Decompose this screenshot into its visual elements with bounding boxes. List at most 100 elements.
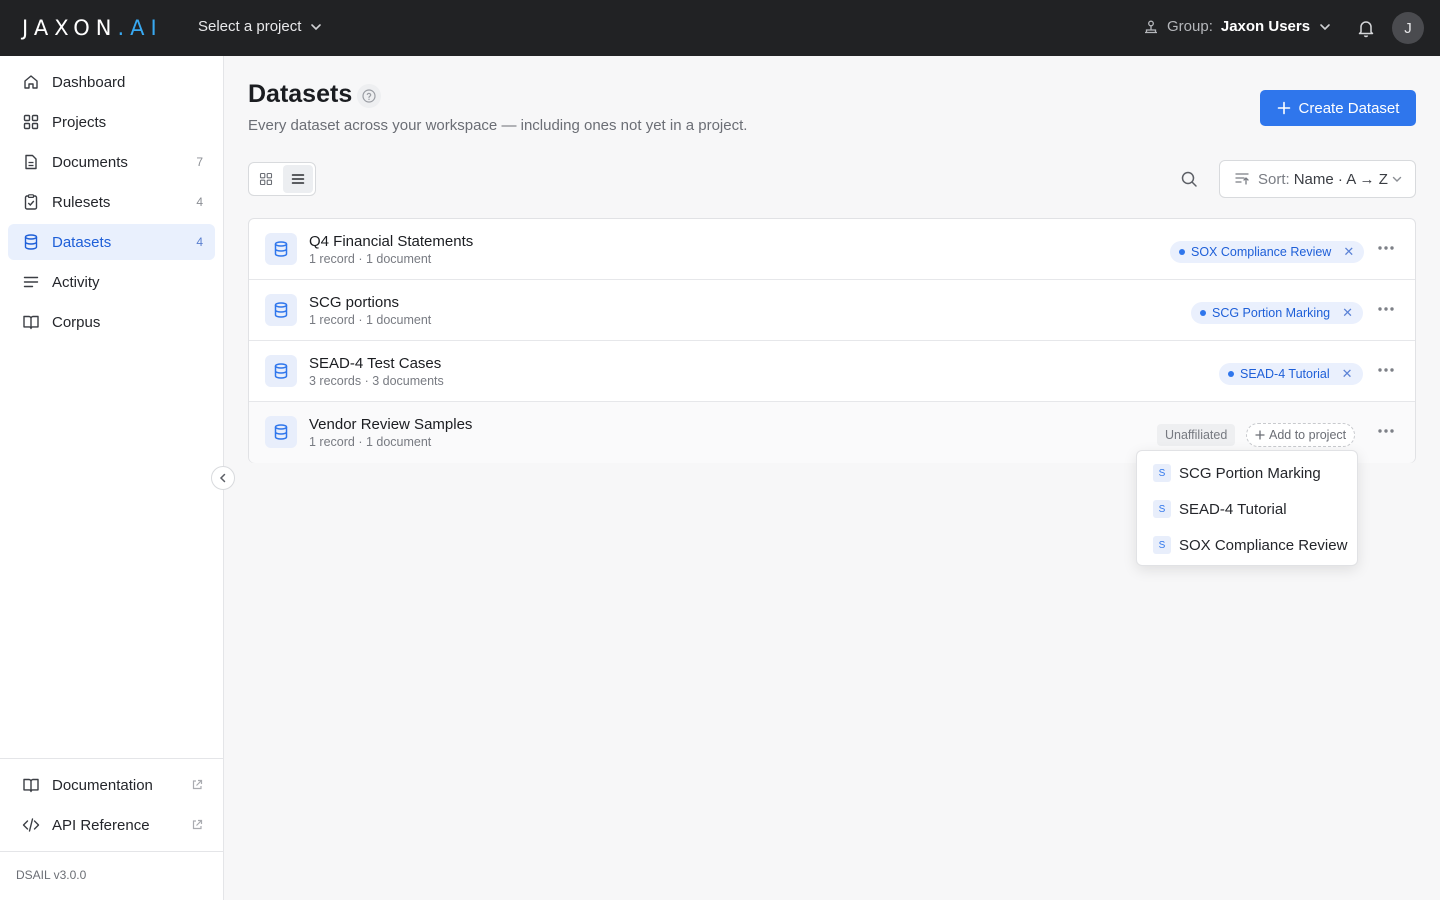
dataset-meta: 1 record · 1 document xyxy=(309,313,432,327)
sidebar: Dashboard Projects Documents 7 Rulesets … xyxy=(0,56,224,900)
sidebar-item-label: Datasets xyxy=(52,233,112,251)
database-icon xyxy=(265,233,297,265)
dataset-row[interactable]: SEAD-4 Test Cases 3 records · 3 document… xyxy=(249,341,1415,402)
sort-label: Sort: xyxy=(1258,170,1290,188)
group-value: Jaxon Users xyxy=(1220,18,1311,35)
list-view-button[interactable] xyxy=(283,165,313,193)
more-options-icon[interactable] xyxy=(1375,420,1397,442)
database-icon xyxy=(22,233,40,251)
dataset-row[interactable]: Q4 Financial Statements 1 record · 1 doc… xyxy=(249,219,1415,280)
remove-project-icon[interactable]: ✕ xyxy=(1343,244,1354,260)
chevron-down-icon xyxy=(1392,176,1402,182)
help-icon[interactable] xyxy=(357,84,381,108)
sidebar-item-datasets[interactable]: Datasets 4 xyxy=(8,224,215,260)
remove-project-icon[interactable]: ✕ xyxy=(1342,366,1353,382)
grid-icon xyxy=(259,172,273,186)
dataset-row[interactable]: SCG portions 1 record · 1 document SCG P… xyxy=(249,280,1415,341)
chevron-down-icon xyxy=(1320,23,1330,30)
more-options-icon[interactable] xyxy=(1375,359,1397,381)
sidebar-link-label: API Reference xyxy=(52,816,150,834)
project-tag: SOX Compliance Review ✕ xyxy=(1170,241,1365,263)
project-selector-label: Select a project xyxy=(198,18,302,35)
code-icon xyxy=(22,816,40,834)
sidebar-item-documents[interactable]: Documents 7 xyxy=(8,144,215,180)
lines-icon xyxy=(22,273,40,291)
sidebar-item-dashboard[interactable]: Dashboard xyxy=(8,64,215,100)
add-to-project-menu: S SCG Portion Marking S SEAD-4 Tutorial … xyxy=(1136,450,1358,566)
plus-icon xyxy=(1277,101,1290,115)
database-icon xyxy=(265,294,297,326)
sort-dropdown[interactable]: Sort: Name · A → Z xyxy=(1219,160,1416,198)
group-selector[interactable]: Group: Jaxon Users xyxy=(1143,18,1332,35)
sidebar-item-label: Documents xyxy=(52,153,128,171)
document-icon xyxy=(22,153,40,171)
sidebar-item-count: 7 xyxy=(196,155,203,169)
dataset-name[interactable]: Vendor Review Samples xyxy=(309,416,472,433)
project-badge: S xyxy=(1153,536,1171,554)
notifications-bell-icon[interactable] xyxy=(1355,17,1377,42)
group-label: Group: xyxy=(1167,18,1213,35)
sidebar-item-label: Dashboard xyxy=(52,73,126,91)
app-version: DSAIL v3.0.0 xyxy=(16,868,87,882)
chevron-down-icon xyxy=(311,23,322,30)
sidebar-item-label: Projects xyxy=(52,113,107,131)
status-dot xyxy=(1228,371,1234,377)
menu-item-label: SOX Compliance Review xyxy=(1179,536,1348,554)
database-icon xyxy=(265,416,297,448)
menu-item-scg-portion-marking[interactable]: S SCG Portion Marking xyxy=(1137,455,1357,491)
dataset-meta: 3 records · 3 documents xyxy=(309,374,444,388)
remove-project-icon[interactable]: ✕ xyxy=(1342,305,1353,321)
top-bar: JAXON.AI Select a project Group: Jaxon U… xyxy=(0,0,1440,56)
sidebar-item-activity[interactable]: Activity xyxy=(8,264,215,300)
search-icon[interactable] xyxy=(1178,168,1200,190)
sidebar-item-count: 4 xyxy=(196,235,203,249)
status-dot xyxy=(1179,249,1185,255)
menu-item-label: SCG Portion Marking xyxy=(1179,464,1321,482)
sort-value: Name · A → Z xyxy=(1293,170,1388,188)
more-options-icon[interactable] xyxy=(1375,237,1397,259)
project-badge: S xyxy=(1153,464,1171,482)
sidebar-item-label: Corpus xyxy=(52,313,101,331)
project-badge: S xyxy=(1153,500,1171,518)
sidebar-item-label: Activity xyxy=(52,273,100,291)
dataset-name[interactable]: SEAD-4 Test Cases xyxy=(309,355,441,372)
sidebar-item-label: Rulesets xyxy=(52,193,111,211)
clipboard-check-icon xyxy=(22,193,40,211)
jaxon-logo[interactable]: JAXON.AI xyxy=(22,16,163,40)
dataset-name[interactable]: Q4 Financial Statements xyxy=(309,233,473,250)
menu-item-sox-compliance-review[interactable]: S SOX Compliance Review xyxy=(1137,527,1357,563)
database-icon xyxy=(265,355,297,387)
create-dataset-label: Create Dataset xyxy=(1298,99,1400,117)
sidebar-link-documentation[interactable]: Documentation xyxy=(8,767,215,803)
user-avatar[interactable]: J xyxy=(1392,12,1424,44)
unaffiliated-badge: Unaffiliated xyxy=(1157,424,1236,446)
menu-item-sead-4-tutorial[interactable]: S SEAD-4 Tutorial xyxy=(1137,491,1357,527)
collapse-sidebar-button[interactable] xyxy=(211,466,235,490)
sidebar-item-corpus[interactable]: Corpus xyxy=(8,304,215,340)
project-tag-label: SEAD-4 Tutorial xyxy=(1240,367,1330,381)
sidebar-link-api-reference[interactable]: API Reference xyxy=(8,807,215,843)
project-selector[interactable]: Select a project xyxy=(198,18,323,35)
group-icon xyxy=(1145,20,1157,33)
sidebar-divider xyxy=(0,758,223,759)
add-to-project-label: Add to project xyxy=(1269,428,1347,442)
list-icon xyxy=(291,174,305,184)
sidebar-item-count: 4 xyxy=(196,195,203,209)
sidebar-item-rulesets[interactable]: Rulesets 4 xyxy=(8,184,215,220)
sort-icon xyxy=(1235,173,1249,185)
book-icon xyxy=(22,776,40,794)
sidebar-divider xyxy=(0,851,223,852)
sidebar-item-projects[interactable]: Projects xyxy=(8,104,215,140)
dataset-name[interactable]: SCG portions xyxy=(309,294,399,311)
more-options-icon[interactable] xyxy=(1375,298,1397,320)
add-to-project-button[interactable]: Add to project xyxy=(1246,423,1356,447)
create-dataset-button[interactable]: Create Dataset xyxy=(1260,90,1416,126)
grid-view-button[interactable] xyxy=(251,165,281,193)
book-icon xyxy=(22,313,40,331)
plus-icon xyxy=(1255,430,1265,440)
dataset-meta: 1 record · 1 document xyxy=(309,435,432,449)
dataset-list: Q4 Financial Statements 1 record · 1 doc… xyxy=(248,218,1416,463)
project-tag-label: SCG Portion Marking xyxy=(1212,306,1331,320)
page-title: Datasets xyxy=(248,80,353,108)
dataset-meta: 1 record · 1 document xyxy=(309,252,432,266)
